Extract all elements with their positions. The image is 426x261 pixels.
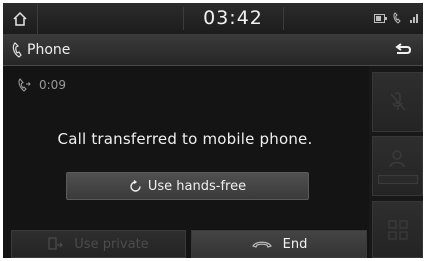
head-unit-screen: 03:42 Phone 0:09 Call transferred to mob… <box>3 3 423 258</box>
call-timer-row: 0:09 <box>17 78 66 92</box>
mute-microphone-button[interactable] <box>372 72 423 132</box>
use-private-label: Use private <box>74 236 149 252</box>
back-arrow-icon <box>395 43 412 54</box>
status-bar: 03:42 <box>3 3 423 35</box>
mute-microphone-icon <box>389 92 406 111</box>
end-call-button[interactable]: End <box>191 230 367 258</box>
keypad-button[interactable] <box>372 201 423 258</box>
back-button[interactable] <box>383 35 423 65</box>
use-private-button[interactable]: Use private <box>11 230 186 258</box>
contact-transfer-icon <box>388 149 405 167</box>
signal-strength-icon <box>410 14 418 23</box>
home-button[interactable] <box>3 3 38 34</box>
page-title: Phone <box>27 42 71 58</box>
status-divider <box>283 7 284 30</box>
call-duration: 0:09 <box>39 78 66 92</box>
keypad-icon <box>387 219 408 240</box>
battery-icon <box>374 13 387 23</box>
phone-icon <box>12 42 22 58</box>
end-call-icon <box>251 241 272 248</box>
indicator-bar <box>377 174 418 184</box>
phone-signal-icon <box>393 12 401 24</box>
status-message: Call transferred to mobile phone. <box>57 130 313 148</box>
private-handset-icon <box>48 237 64 250</box>
use-hands-free-button[interactable]: Use hands-free <box>66 172 309 200</box>
clock: 03:42 <box>203 7 263 29</box>
contact-transfer-button[interactable] <box>372 136 423 196</box>
side-panel <box>369 66 423 258</box>
status-icons <box>374 12 419 24</box>
call-panel: 0:09 Call transferred to mobile phone. U… <box>3 66 367 230</box>
use-hands-free-label: Use hands-free <box>147 178 247 194</box>
title-bar: Phone <box>3 35 423 66</box>
end-call-label: End <box>282 236 308 252</box>
call-transfer-icon <box>18 78 31 92</box>
hands-free-icon <box>130 179 141 192</box>
home-icon <box>13 11 27 26</box>
